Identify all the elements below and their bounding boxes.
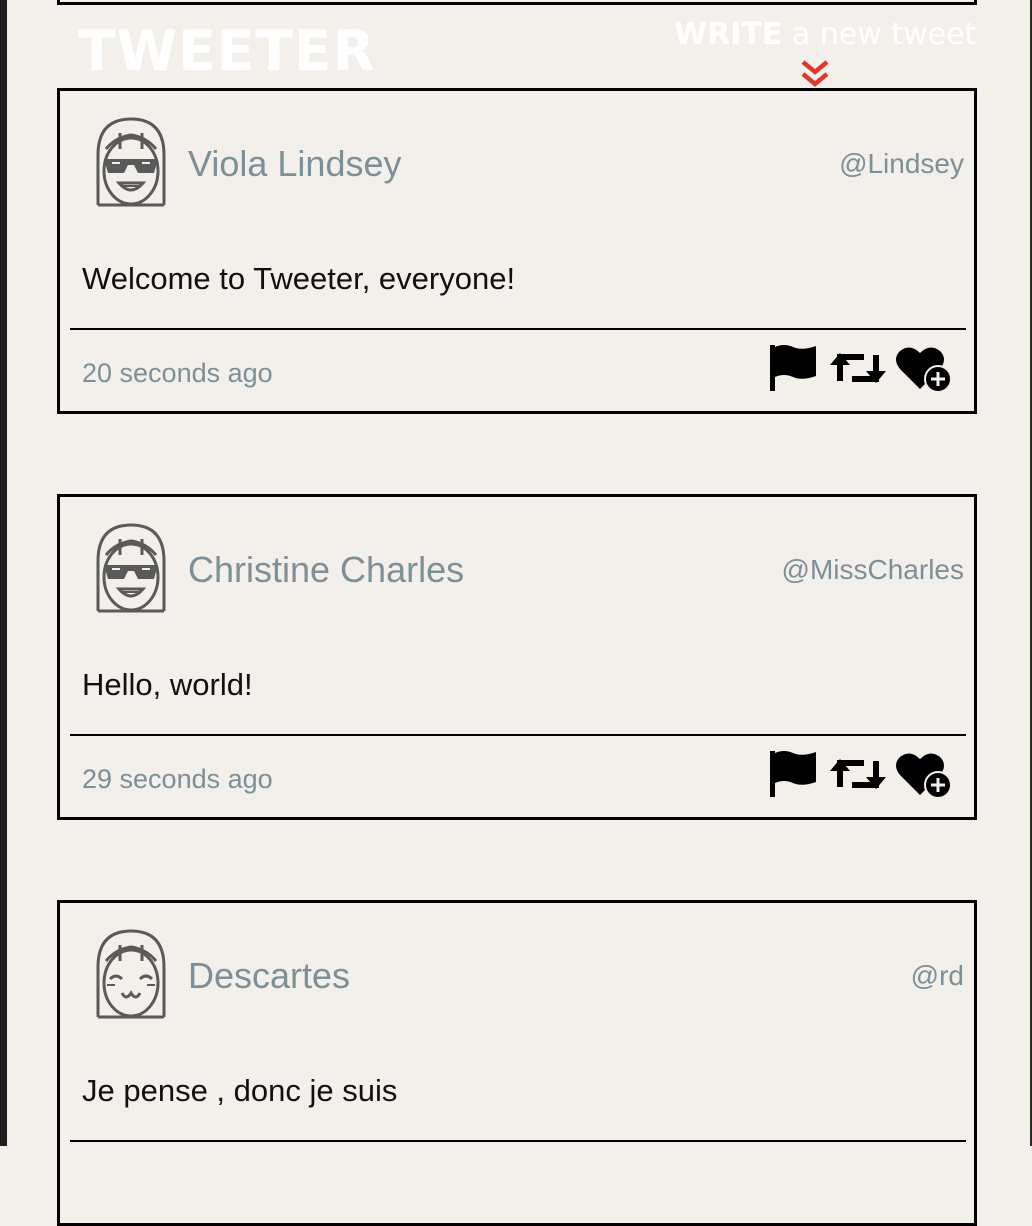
retweet-icon[interactable] <box>828 343 888 393</box>
tweet-divider <box>70 1140 966 1142</box>
tweet-card: Viola Lindsey @Lindsey Welcome to Tweete… <box>57 88 977 414</box>
tweet-card: Christine Charles @MissCharles Hello, wo… <box>57 494 977 820</box>
avatar-sunglasses-icon <box>96 523 166 613</box>
heart-plus-icon[interactable] <box>894 749 956 801</box>
heart-plus-icon[interactable] <box>894 343 956 395</box>
tweet-timestamp: 20 seconds ago <box>82 358 273 388</box>
avatar-sunglasses-icon <box>96 117 166 207</box>
app-logo[interactable]: TWEETER <box>78 22 375 80</box>
flag-icon[interactable] <box>768 343 820 393</box>
compose-label-light: a new tweet <box>791 17 977 52</box>
author-name[interactable]: Descartes <box>188 951 350 1001</box>
double-chevron-down-icon[interactable] <box>800 58 830 90</box>
author-name[interactable]: Viola Lindsey <box>188 139 402 189</box>
window-left-edge <box>0 0 7 1146</box>
author-handle[interactable]: @Lindsey <box>839 144 964 184</box>
tweet-body: Hello, world! <box>82 667 253 702</box>
previous-panel-bottom <box>57 0 977 5</box>
tweet-actions <box>768 343 958 395</box>
tweet-actions <box>768 749 958 801</box>
author-name[interactable]: Christine Charles <box>188 545 464 595</box>
tweet-card: Descartes @rd Je pense , donc je suis <box>57 900 977 1226</box>
author-handle[interactable]: @rd <box>911 956 964 996</box>
avatar-smiling-icon <box>96 929 166 1019</box>
tweet-timestamp: 29 seconds ago <box>82 764 273 794</box>
tweet-divider <box>70 734 966 736</box>
tweet-body: Welcome to Tweeter, everyone! <box>82 261 516 296</box>
compose-label-strong: WRITE <box>674 17 783 52</box>
tweet-divider <box>70 328 966 330</box>
author-handle[interactable]: @MissCharles <box>782 550 964 590</box>
retweet-icon[interactable] <box>828 749 888 799</box>
tweet-body: Je pense , donc je suis <box>82 1073 398 1108</box>
compose-toggle[interactable]: WRITE a new tweet <box>674 16 976 56</box>
flag-icon[interactable] <box>768 749 820 799</box>
